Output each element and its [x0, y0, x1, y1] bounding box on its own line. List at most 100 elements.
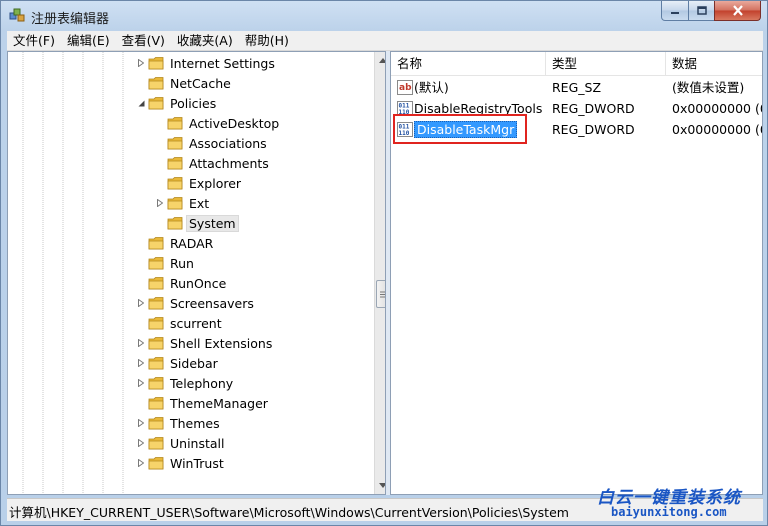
folder-icon: [148, 56, 164, 70]
maximize-icon: [696, 6, 707, 15]
registry-editor-window: 注册表编辑器 文件(F) 编辑(E) 查看(V) 收藏夹(A) 帮助(H) In…: [0, 0, 768, 526]
folder-icon: [148, 316, 164, 330]
column-header-name[interactable]: 名称: [391, 52, 546, 76]
scroll-down-button[interactable]: [375, 477, 385, 494]
tree-item[interactable]: Ext: [153, 193, 212, 213]
status-path: 计算机\HKEY_CURRENT_USER\Software\Microsoft…: [9, 505, 569, 520]
window-title: 注册表编辑器: [31, 12, 110, 27]
tree-vertical-scrollbar[interactable]: [374, 52, 385, 494]
value-name: (默认): [414, 80, 449, 95]
tree-item-label: NetCache: [170, 75, 231, 91]
value-data: 0x00000000 (0): [672, 122, 763, 137]
folder-icon: [167, 196, 183, 210]
folder-icon: [167, 136, 183, 150]
menu-help[interactable]: 帮助(H): [239, 31, 295, 51]
tree-item[interactable]: ThemeManager: [134, 393, 271, 413]
expand-arrow-icon[interactable]: [134, 453, 148, 473]
scroll-up-button[interactable]: [375, 52, 385, 69]
folder-icon: [148, 396, 164, 410]
tree-item[interactable]: Themes: [134, 413, 223, 433]
expand-arrow-icon[interactable]: [134, 353, 148, 373]
folder-icon: [148, 336, 164, 350]
tree-item[interactable]: Screensavers: [134, 293, 257, 313]
folder-icon: [148, 236, 164, 250]
maximize-button[interactable]: [688, 1, 715, 21]
expand-arrow-icon[interactable]: [134, 293, 148, 313]
folder-icon: [148, 76, 164, 90]
tree-item-label: Shell Extensions: [170, 335, 273, 351]
tree-item[interactable]: RADAR: [134, 233, 216, 253]
minimize-button[interactable]: [661, 1, 689, 21]
value-type: REG_SZ: [552, 80, 602, 95]
menu-favorites[interactable]: 收藏夹(A): [171, 31, 239, 51]
folder-icon: [148, 96, 164, 110]
menu-view[interactable]: 查看(V): [116, 31, 171, 51]
tree-item-label: Associations: [189, 135, 267, 151]
tree-item[interactable]: Uninstall: [134, 433, 228, 453]
column-header-data[interactable]: 数据: [666, 52, 762, 76]
folder-icon: [148, 256, 164, 270]
list-header: 名称 类型 数据: [391, 52, 762, 76]
tree-item[interactable]: ActiveDesktop: [153, 113, 282, 133]
regedit-app-icon: [9, 8, 25, 22]
tree-item-label: WinTrust: [170, 455, 224, 471]
collapse-arrow-icon[interactable]: [134, 93, 148, 113]
folder-icon: [148, 356, 164, 370]
tree-item[interactable]: RunOnce: [134, 273, 229, 293]
tree-item-label: ActiveDesktop: [189, 115, 280, 131]
chevron-up-icon: [379, 58, 385, 63]
menu-bar: 文件(F) 编辑(E) 查看(V) 收藏夹(A) 帮助(H): [7, 31, 763, 51]
folder-icon: [167, 156, 183, 170]
annotation-highlight-box: [393, 114, 527, 144]
menu-file[interactable]: 文件(F): [7, 31, 61, 51]
tree-item[interactable]: System: [153, 213, 239, 233]
tree-item-label: Sidebar: [170, 355, 218, 371]
tree-item[interactable]: Explorer: [153, 173, 244, 193]
tree-item[interactable]: scurrent: [134, 313, 225, 333]
tree-item[interactable]: Internet Settings: [134, 53, 278, 73]
tree-item-label: ThemeManager: [170, 395, 268, 411]
folder-icon: [148, 276, 164, 290]
tree-item[interactable]: Run: [134, 253, 197, 273]
string-value-icon: ab: [397, 80, 413, 95]
tree-item[interactable]: Attachments: [153, 153, 272, 173]
expand-arrow-icon[interactable]: [134, 373, 148, 393]
tree-item[interactable]: NetCache: [134, 73, 234, 93]
tree-item[interactable]: Telephony: [134, 373, 236, 393]
close-icon: [732, 5, 743, 16]
folder-icon: [148, 436, 164, 450]
close-button[interactable]: [714, 1, 761, 21]
expand-arrow-icon[interactable]: [153, 193, 167, 213]
scroll-thumb[interactable]: [376, 280, 385, 308]
tree-item-label: Attachments: [189, 155, 269, 171]
tree-item-label: RunOnce: [170, 275, 227, 291]
tree-item[interactable]: Policies: [134, 93, 219, 113]
tree-item[interactable]: Sidebar: [134, 353, 221, 373]
tree-item-label: RADAR: [170, 235, 214, 251]
expand-arrow-icon[interactable]: [134, 433, 148, 453]
menu-edit[interactable]: 编辑(E): [61, 31, 116, 51]
tree-item-label: System: [186, 214, 239, 232]
tree-item[interactable]: Associations: [153, 133, 270, 153]
value-data: 0x00000000 (0): [672, 101, 763, 116]
key-tree-pane[interactable]: Internet Settings NetCache Policies ActiveD…: [7, 51, 386, 495]
folder-icon: [167, 216, 183, 230]
tree-item[interactable]: WinTrust: [134, 453, 227, 473]
value-type: REG_DWORD: [552, 122, 635, 137]
expand-arrow-icon[interactable]: [134, 333, 148, 353]
expand-arrow-icon[interactable]: [134, 413, 148, 433]
site-watermark: 白云一键重装系统 baiyunxitong.com: [597, 481, 765, 525]
minimize-icon: [671, 11, 679, 14]
value-type: REG_DWORD: [552, 101, 635, 116]
value-row[interactable]: ab (默认) REG_SZ (数值未设置): [391, 77, 762, 98]
expand-arrow-icon[interactable]: [134, 53, 148, 73]
tree-item[interactable]: Shell Extensions: [134, 333, 275, 353]
column-header-type[interactable]: 类型: [546, 52, 666, 76]
